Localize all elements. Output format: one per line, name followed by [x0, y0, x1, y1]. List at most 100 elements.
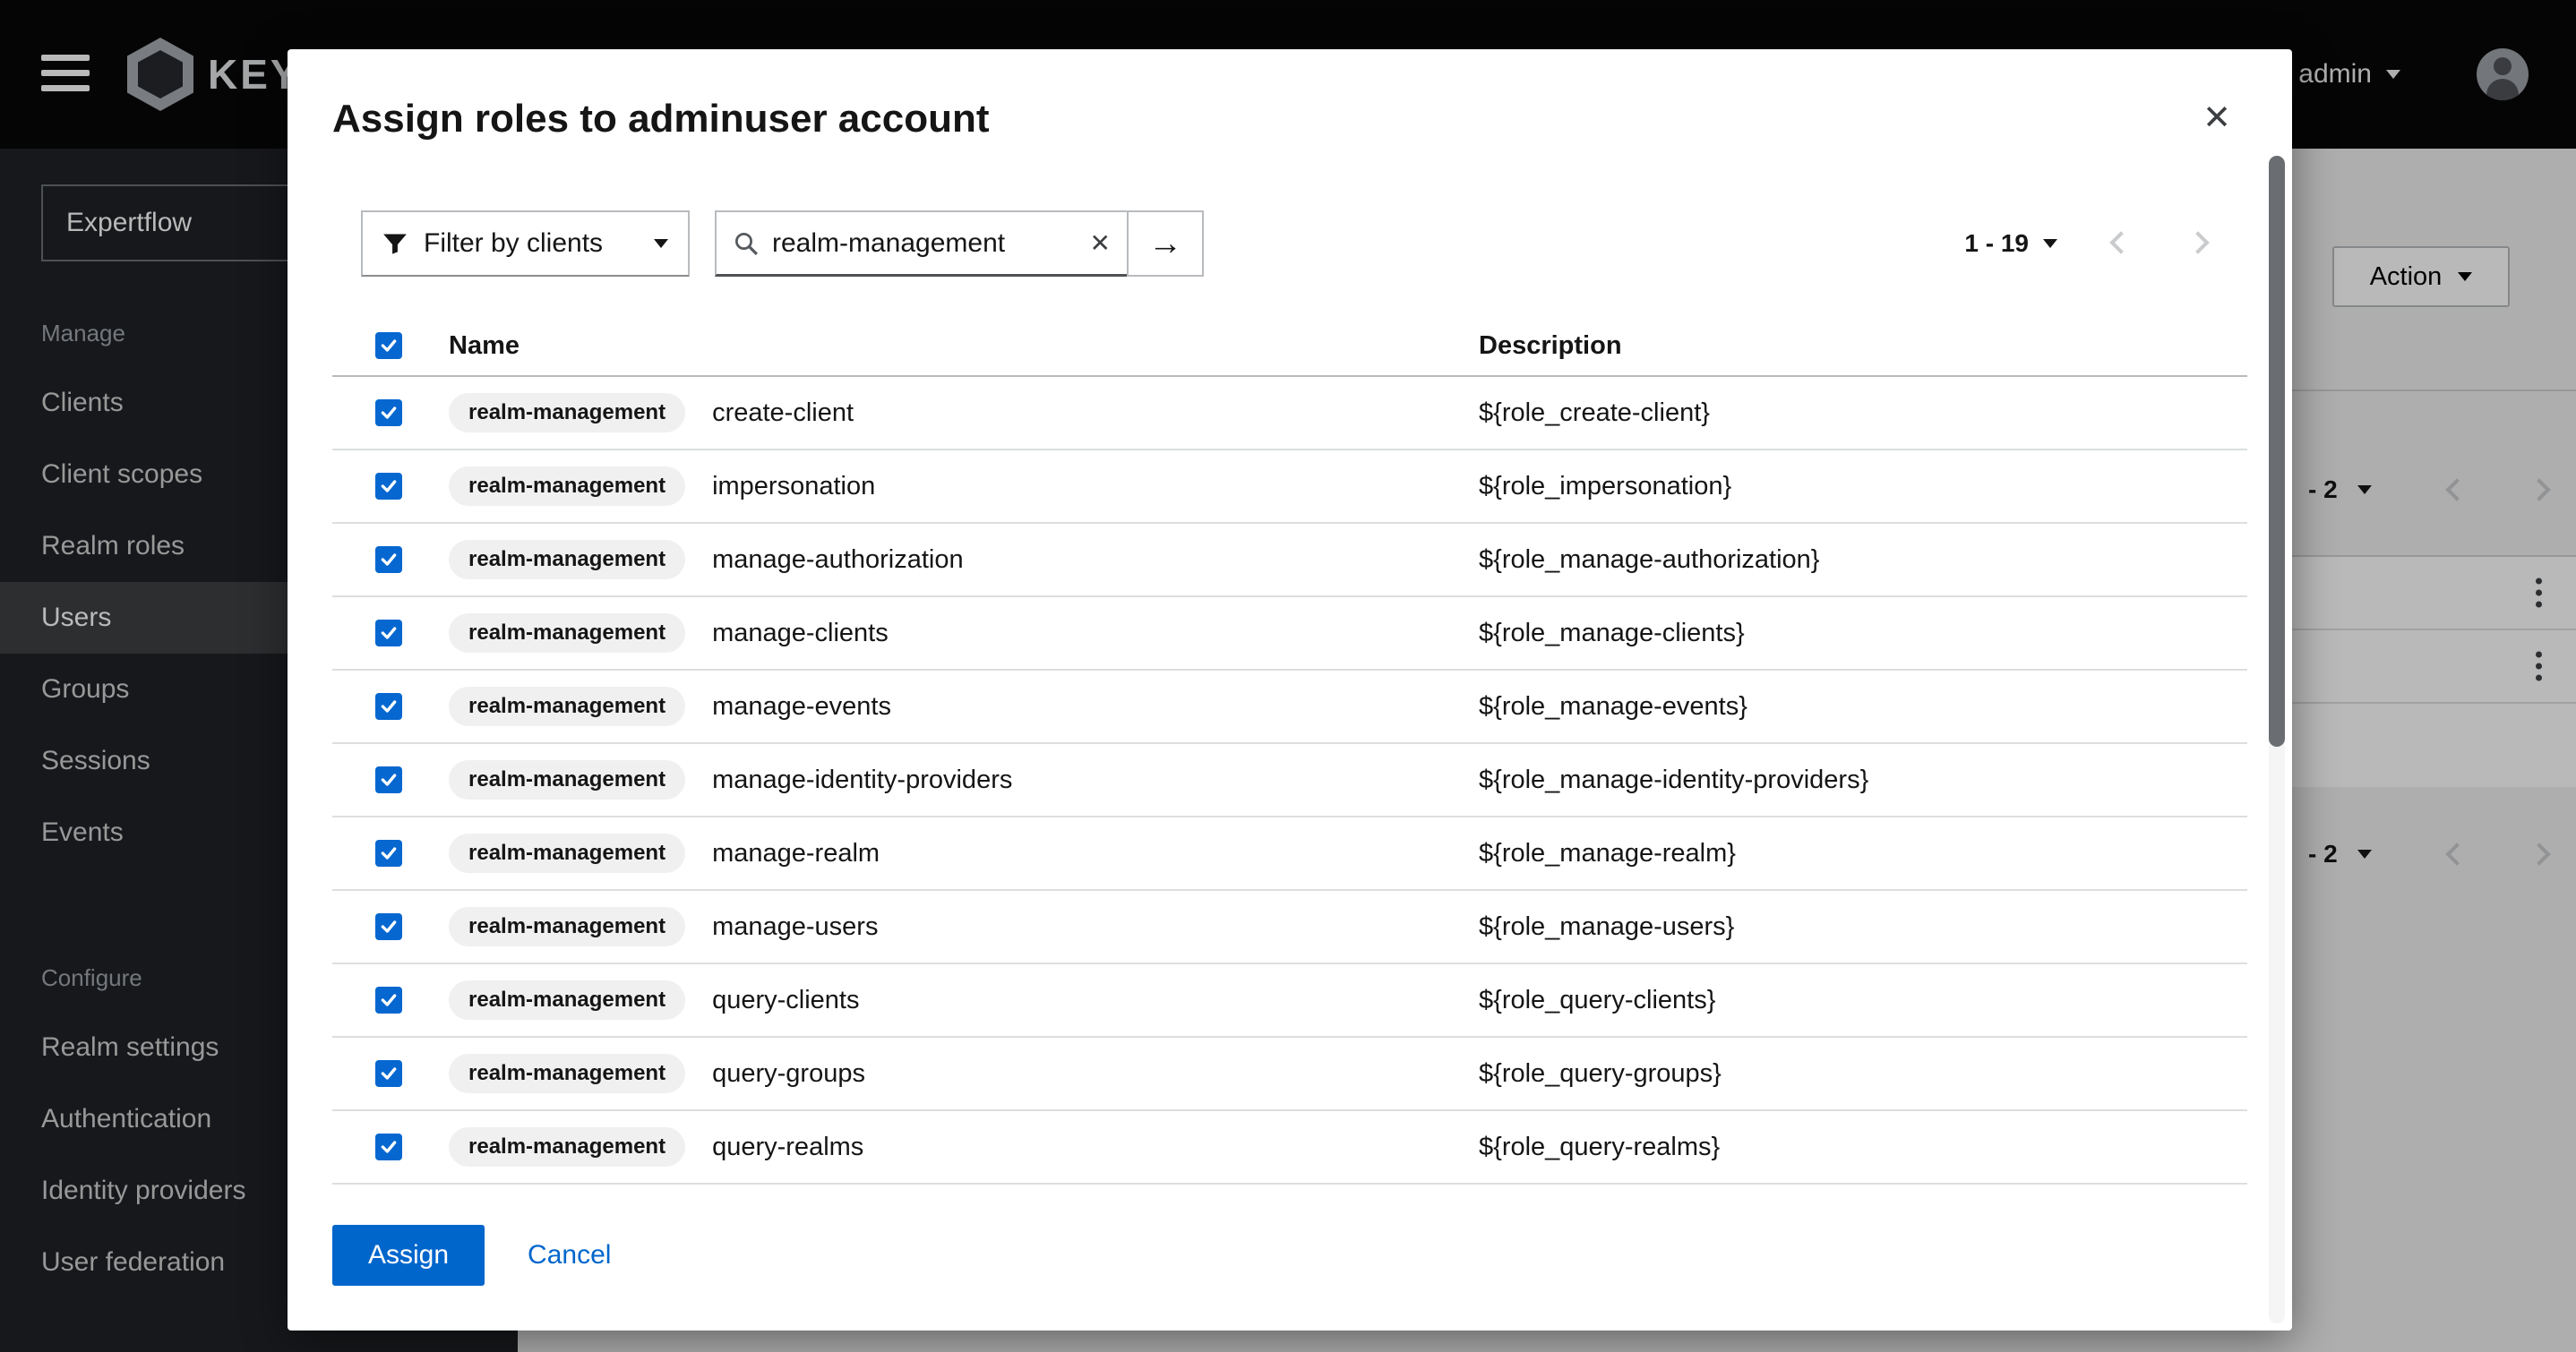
check-icon — [380, 771, 398, 789]
column-header-description: Description — [1479, 331, 1622, 360]
role-description: ${role_query-clients} — [1479, 986, 1715, 1014]
table-row: realm-management query-realms ${role_que… — [332, 1111, 2247, 1185]
roles-table: Name Description — [332, 316, 2247, 1185]
role-name: manage-realm — [712, 839, 880, 869]
role-name: impersonation — [712, 472, 875, 501]
role-description: ${role_manage-identity-providers} — [1479, 766, 1868, 794]
table-row: realm-management manage-events ${role_ma… — [332, 671, 2247, 744]
row-checkbox[interactable] — [375, 1060, 402, 1087]
check-icon — [380, 477, 398, 495]
row-checkbox[interactable] — [375, 987, 402, 1014]
role-name: query-realms — [712, 1133, 863, 1162]
chevron-down-icon — [2043, 239, 2057, 248]
row-checkbox[interactable] — [375, 1134, 402, 1160]
row-checkbox[interactable] — [375, 399, 402, 426]
pagination-range-dropdown[interactable]: 1 - 19 — [1964, 229, 2057, 258]
row-checkbox[interactable] — [375, 546, 402, 573]
row-checkbox[interactable] — [375, 913, 402, 940]
table-row: realm-management impersonation ${role_im… — [332, 450, 2247, 524]
row-checkbox[interactable] — [375, 473, 402, 500]
client-pill: realm-management — [449, 980, 685, 1020]
client-pill: realm-management — [449, 613, 685, 653]
role-search-input[interactable] — [772, 228, 1078, 259]
search-icon — [733, 230, 760, 257]
filter-by-clients-dropdown[interactable]: Filter by clients — [361, 210, 690, 277]
check-icon — [380, 1065, 398, 1082]
role-name: manage-events — [712, 692, 891, 722]
client-pill: realm-management — [449, 834, 685, 873]
role-name: manage-clients — [712, 619, 889, 648]
table-row: realm-management create-client ${role_cr… — [332, 377, 2247, 450]
role-name: create-client — [712, 398, 854, 428]
modal-pagination: 1 - 19 — [1964, 229, 2211, 259]
check-icon — [380, 337, 398, 355]
table-body: realm-management create-client ${role_cr… — [332, 377, 2247, 1185]
table-header-row: Name Description — [332, 316, 2247, 377]
check-icon — [380, 844, 398, 862]
modal-toolbar: Filter by clients ✕ → 1 - 19 — [361, 210, 2247, 277]
client-pill: realm-management — [449, 1127, 685, 1167]
role-description: ${role_manage-events} — [1479, 692, 1747, 721]
role-description: ${role_manage-users} — [1479, 912, 1734, 941]
client-pill: realm-management — [449, 540, 685, 579]
chevron-right-icon — [2186, 231, 2209, 253]
select-all-checkbox[interactable] — [375, 332, 402, 359]
clear-icon: ✕ — [1090, 229, 1111, 257]
row-checkbox[interactable] — [375, 766, 402, 793]
row-checkbox[interactable] — [375, 693, 402, 720]
cancel-button[interactable]: Cancel — [528, 1240, 611, 1271]
client-pill: realm-management — [449, 687, 685, 726]
search-submit-button[interactable]: → — [1127, 210, 1204, 277]
table-row: realm-management manage-realm ${role_man… — [332, 817, 2247, 891]
check-icon — [380, 551, 398, 569]
check-icon — [380, 697, 398, 715]
filter-dropdown-label: Filter by clients — [424, 228, 603, 259]
table-row: realm-management query-clients ${role_qu… — [332, 964, 2247, 1038]
page: KEYCLOAK admin Expertflow Manage Clients… — [0, 0, 2576, 1352]
close-button[interactable]: ✕ — [2202, 101, 2231, 135]
check-icon — [380, 624, 398, 642]
modal-scrollbar-track[interactable] — [2269, 156, 2285, 1323]
table-row: realm-management query-groups ${role_que… — [332, 1038, 2247, 1111]
pagination-prev-button[interactable] — [2108, 229, 2134, 259]
client-pill: realm-management — [449, 907, 685, 946]
role-name: manage-users — [712, 912, 878, 942]
row-checkbox[interactable] — [375, 620, 402, 646]
check-icon — [380, 1138, 398, 1156]
chevron-left-icon — [2109, 231, 2132, 253]
pagination-next-button[interactable] — [2185, 229, 2211, 259]
table-row: realm-management manage-authorization ${… — [332, 524, 2247, 597]
role-description: ${role_query-groups} — [1479, 1059, 1722, 1088]
role-description: ${role_manage-authorization} — [1479, 545, 1820, 574]
role-name: query-groups — [712, 1059, 865, 1089]
search-box: ✕ — [715, 210, 1129, 277]
arrow-right-icon: → — [1148, 225, 1182, 263]
column-header-name: Name — [449, 331, 519, 361]
modal-header: Assign roles to adminuser account — [332, 49, 2247, 142]
modal-scrollbar-thumb[interactable] — [2269, 156, 2285, 747]
row-checkbox[interactable] — [375, 840, 402, 867]
chevron-down-icon — [654, 239, 668, 248]
client-pill: realm-management — [449, 393, 685, 432]
modal-title: Assign roles to adminuser account — [332, 96, 990, 142]
table-row: realm-management manage-clients ${role_m… — [332, 597, 2247, 671]
modal-footer: Assign Cancel — [332, 1225, 2247, 1331]
client-pill: realm-management — [449, 1054, 685, 1093]
assign-button[interactable]: Assign — [332, 1225, 485, 1286]
client-pill: realm-management — [449, 760, 685, 800]
filter-icon — [382, 231, 408, 256]
role-description: ${role_manage-clients} — [1479, 619, 1745, 647]
table-row: realm-management manage-users ${role_man… — [332, 891, 2247, 964]
assign-roles-modal: Assign roles to adminuser account ✕ Filt… — [288, 49, 2292, 1331]
clear-search-button[interactable]: ✕ — [1090, 231, 1111, 256]
role-name: query-clients — [712, 986, 859, 1015]
check-icon — [380, 991, 398, 1009]
role-description: ${role_manage-realm} — [1479, 839, 1736, 868]
role-description: ${role_query-realms} — [1479, 1133, 1720, 1161]
role-description: ${role_impersonation} — [1479, 472, 1731, 501]
role-name: manage-authorization — [712, 545, 964, 575]
close-icon: ✕ — [2202, 99, 2231, 137]
table-row: realm-management manage-identity-provide… — [332, 744, 2247, 817]
pagination-range-label: 1 - 19 — [1964, 229, 2029, 258]
check-icon — [380, 918, 398, 936]
